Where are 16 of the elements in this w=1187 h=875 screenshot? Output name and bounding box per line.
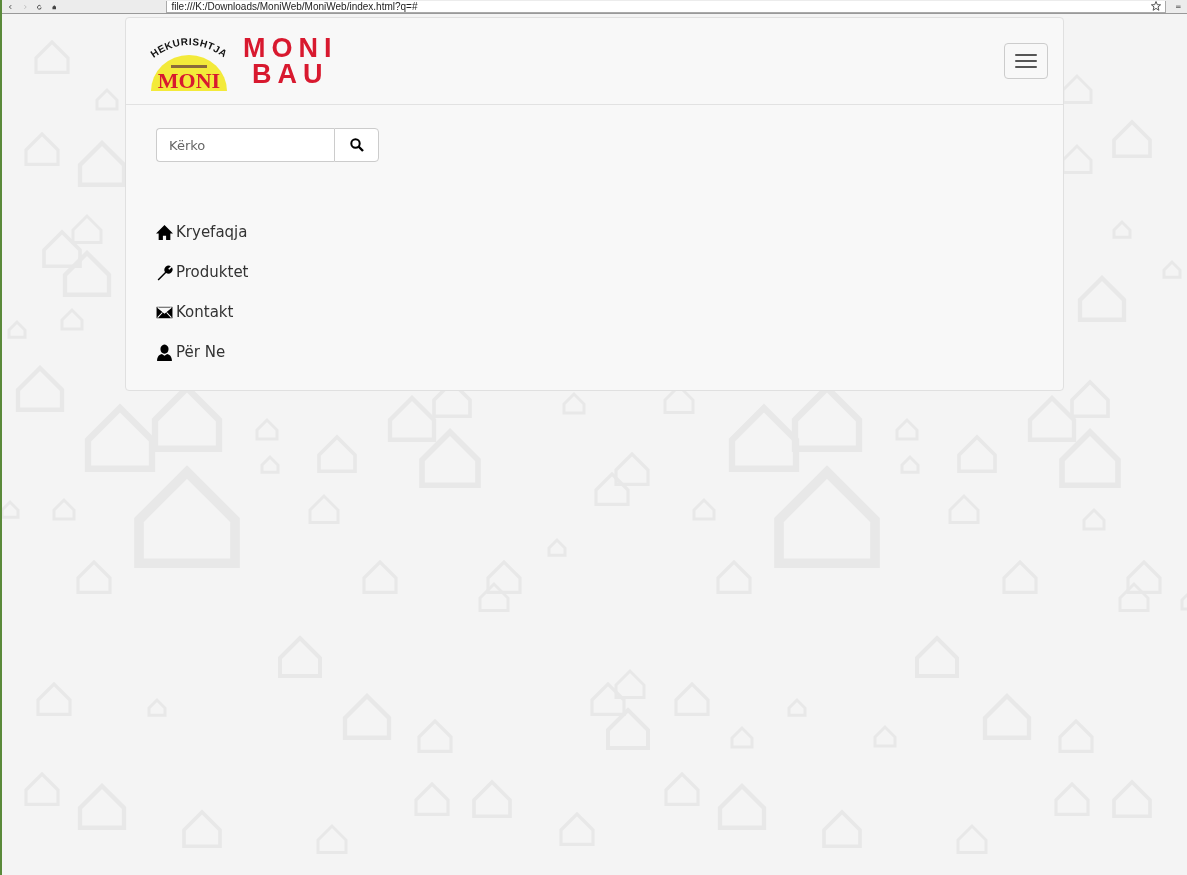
menu-toggle-button[interactable] <box>1004 43 1048 79</box>
envelope-icon <box>156 303 173 321</box>
star-icon[interactable] <box>1151 1 1162 11</box>
user-icon <box>156 343 173 361</box>
nav-link[interactable]: Produktet <box>156 252 249 292</box>
nav-link[interactable]: Kontakt <box>156 292 234 332</box>
address-bar[interactable]: file:///K:/Downloads/MoniWeb/MoniWeb/index.html?q=# <box>166 0 1167 13</box>
search-field[interactable]: Kërko <box>156 128 334 162</box>
nav-link[interactable]: Për Ne <box>156 332 226 372</box>
address-text: file:///K:/Downloads/MoniWeb/MoniWeb/index.html?q=# <box>171 0 418 12</box>
home-icon <box>156 223 173 241</box>
logo-title: MONI BAU <box>243 35 338 87</box>
nav-link[interactable]: Kryefaqja <box>156 212 248 252</box>
search-icon <box>349 138 364 152</box>
search-button[interactable] <box>334 128 379 162</box>
wrench-icon <box>156 263 173 281</box>
